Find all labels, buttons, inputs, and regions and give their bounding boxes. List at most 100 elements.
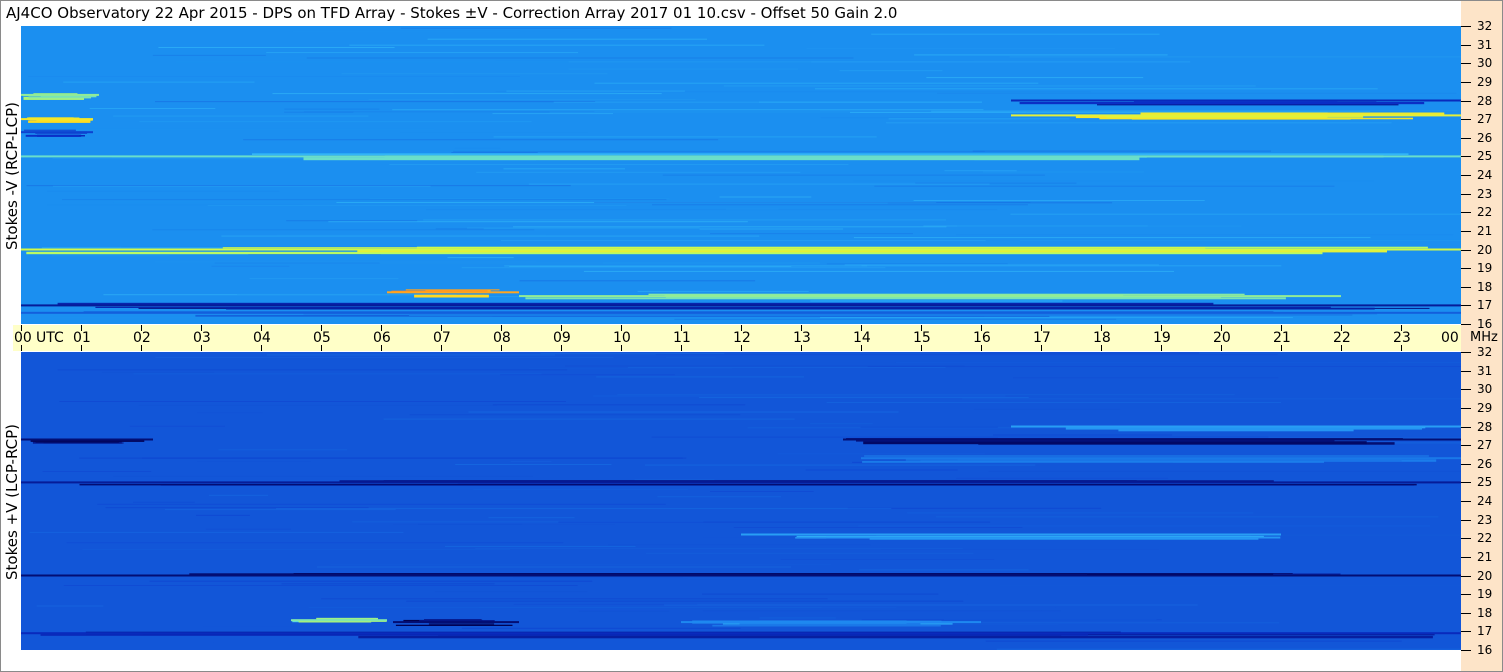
texture-streak: [29, 128, 435, 130]
texture-streak: [513, 576, 683, 578]
texture-streak: [284, 108, 380, 110]
texture-streak: [839, 70, 943, 72]
texture-streak: [1010, 213, 1461, 215]
texture-streak: [791, 361, 1388, 363]
utc-tick-label: 11: [673, 330, 691, 346]
spectrogram-bottom-plot: [21, 352, 1461, 650]
texture-streak: [956, 234, 1454, 236]
texture-streak: [506, 90, 685, 92]
texture-streak: [426, 209, 998, 211]
mhz-tick-label: 17: [1477, 298, 1493, 312]
texture-streak: [657, 496, 781, 498]
emission-band: [303, 157, 1140, 161]
texture-streak: [286, 220, 418, 222]
texture-streak: [972, 150, 1271, 152]
texture-streak: [665, 356, 716, 358]
chart-title: AJ4CO Observatory 22 Apr 2015 - DPS on T…: [6, 4, 898, 22]
texture-streak: [699, 228, 844, 230]
utc-tick-label: 01: [73, 330, 91, 346]
texture-streak: [369, 197, 670, 199]
texture-streak: [461, 627, 741, 629]
mhz-tick: [1461, 119, 1471, 120]
mhz-tick-label: 24: [1477, 494, 1493, 508]
texture-streak: [454, 147, 501, 149]
texture-streak: [435, 228, 484, 230]
texture-streak: [113, 115, 369, 117]
mhz-tick-label: 17: [1477, 624, 1493, 638]
emission-band: [405, 289, 500, 291]
texture-streak: [914, 54, 1168, 56]
texture-streak: [996, 648, 1461, 650]
mhz-tick: [1461, 576, 1471, 577]
texture-streak: [702, 610, 1061, 612]
texture-streak: [1009, 56, 1461, 58]
texture-streak: [455, 464, 612, 465]
mhz-tick-label: 29: [1477, 401, 1493, 415]
emission-band-core: [21, 311, 1461, 314]
emission-band: [23, 129, 76, 132]
mhz-tick: [1461, 427, 1471, 428]
mhz-tick: [1461, 352, 1471, 353]
emission-band: [79, 483, 1417, 486]
utc-tick-label: 08: [493, 330, 511, 346]
mhz-tick-label: 18: [1477, 606, 1493, 620]
texture-streak: [853, 237, 1371, 239]
mhz-tick: [1461, 613, 1471, 614]
mhz-tick: [1461, 287, 1471, 288]
mhz-tick-label: 29: [1477, 75, 1493, 89]
texture-streak: [105, 507, 369, 509]
texture-streak: [308, 607, 822, 609]
utc-time-axis: 00 UTC 01 02 03 04 05 06 07 08 09 10 11 12 13 14 15 16 17 1…: [13, 325, 1462, 351]
mhz-tick: [1461, 305, 1471, 306]
texture-streak: [62, 199, 667, 201]
emission-band: [395, 624, 513, 626]
texture-streak: [814, 88, 1378, 90]
mhz-tick-label: 23: [1477, 513, 1493, 527]
texture-streak: [266, 52, 579, 54]
utc-tick-label: 17: [1033, 330, 1051, 346]
texture-streak: [967, 593, 1066, 595]
emission-band: [1019, 102, 1425, 105]
texture-streak: [155, 101, 596, 103]
utc-tick-label: 03: [193, 330, 211, 346]
texture-streak: [196, 514, 250, 516]
texture-streak: [218, 449, 348, 451]
mhz-tick: [1461, 324, 1471, 325]
texture-streak: [944, 170, 1017, 172]
mhz-tick-label: 21: [1477, 224, 1493, 238]
texture-streak: [36, 605, 104, 607]
texture-streak: [292, 31, 521, 32]
emission-band-core: [21, 632, 1461, 635]
texture-streak: [608, 544, 871, 546]
texture-streak: [26, 185, 571, 187]
texture-streak: [284, 111, 354, 113]
texture-streak: [208, 494, 269, 496]
texture-streak: [473, 488, 688, 490]
texture-streak: [645, 552, 974, 554]
texture-streak: [427, 38, 707, 40]
texture-streak: [89, 108, 216, 109]
texture-streak: [737, 255, 1199, 257]
texture-streak: [931, 110, 1371, 112]
mhz-tick: [1461, 445, 1471, 446]
texture-streak: [874, 185, 1335, 187]
mhz-tick-label: 16: [1477, 317, 1493, 331]
texture-streak: [583, 270, 1174, 272]
emission-band-core: [681, 621, 981, 624]
emission-band-core: [21, 574, 1461, 577]
texture-streak: [719, 196, 812, 198]
texture-streak: [805, 469, 958, 471]
texture-streak: [133, 501, 195, 503]
mhz-tick-label: 20: [1477, 569, 1493, 583]
emission-band: [222, 247, 1206, 249]
emission-band-core: [21, 155, 1461, 158]
mhz-tick-label: 27: [1477, 112, 1493, 126]
texture-streak: [409, 414, 741, 416]
mhz-tick: [1461, 101, 1471, 102]
texture-streak: [197, 412, 263, 414]
texture-streak: [468, 411, 899, 413]
emission-band: [826, 536, 1281, 539]
texture-streak: [861, 619, 1162, 621]
emission-band: [25, 134, 80, 137]
texture-streak: [453, 150, 985, 152]
